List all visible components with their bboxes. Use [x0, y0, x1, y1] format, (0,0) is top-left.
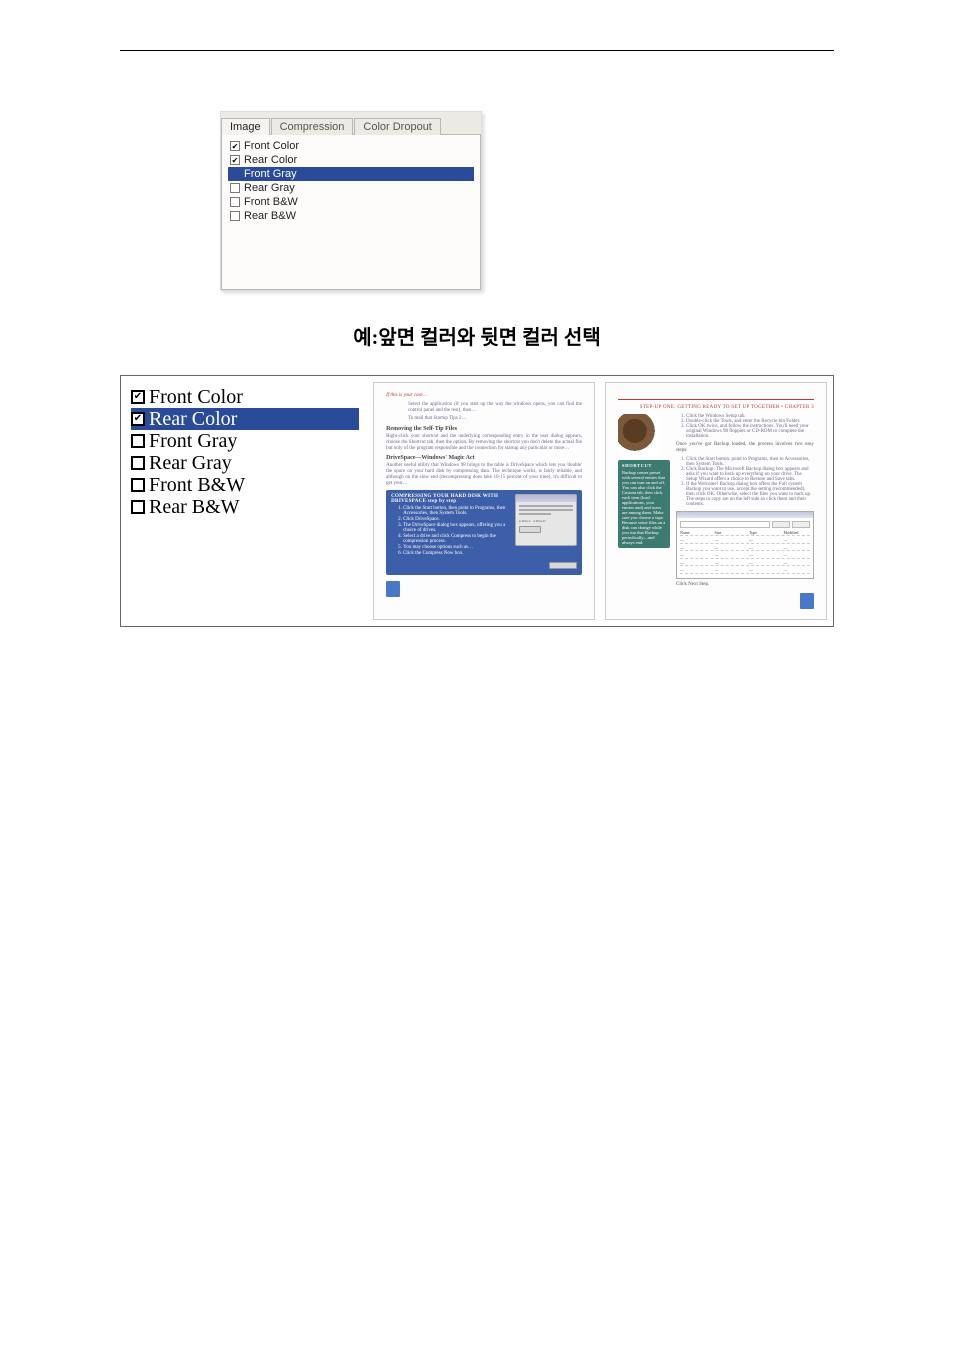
tab-body: Front Color Rear Color Front Gray Rear G…	[221, 134, 481, 290]
checkbox-icon[interactable]	[230, 197, 240, 207]
body-text: Once you've got Backup loaded, the proce…	[676, 442, 814, 454]
option-list-large: Front Color Rear Color Front Gray Rear G…	[127, 382, 363, 620]
opt-label: Rear B&W	[149, 496, 240, 518]
checkbox-icon[interactable]	[230, 169, 240, 179]
opt-label: Rear Color	[244, 153, 297, 167]
body-text: To mail that Startup Tips 2…	[408, 416, 582, 422]
opt-label: Front B&W	[149, 474, 245, 496]
opt-label: Rear Gray	[244, 181, 295, 195]
checkbox-icon[interactable]	[131, 500, 145, 514]
shortcut-title: SHORTCUT	[622, 463, 666, 468]
list-item: If the Welcome! Backup dialog box offers…	[686, 482, 814, 507]
checkbox-icon[interactable]	[131, 390, 145, 404]
opt-rear-gray[interactable]: Rear Gray	[228, 181, 474, 195]
opt-front-bw[interactable]: Front B&W	[228, 195, 474, 209]
tab-box: Image Compression Color Dropout Front Co…	[220, 111, 482, 291]
list-item: Click Backup. The Microsoft Backup dialo…	[686, 467, 814, 482]
tab-color-dropout[interactable]: Color Dropout	[354, 118, 440, 135]
shortcut-box: SHORTCUT Backup comes preset with severa…	[618, 460, 670, 548]
numbered-list: Click the Windows Setup tab. Double-clic…	[686, 414, 814, 439]
opt-front-gray[interactable]: Front Gray	[228, 167, 474, 181]
opt-label: Front B&W	[244, 195, 298, 209]
list-item: Click the Compress Now box.	[403, 551, 577, 556]
checkbox-icon[interactable]	[230, 183, 240, 193]
checkbox-icon[interactable]	[131, 434, 145, 448]
opt-label: Front Gray	[149, 430, 237, 452]
checkbox-icon[interactable]	[230, 155, 240, 165]
opt-rear-color[interactable]: Rear Color	[228, 153, 474, 167]
preview-front-color: If this is your case… Select the applica…	[373, 382, 595, 620]
page-thumb-icon	[386, 581, 400, 597]
opt2-rear-gray[interactable]: Rear Gray	[131, 452, 359, 474]
opt-label: Front Gray	[244, 167, 297, 181]
figure-caption: 예:앞면 컬러와 뒷면 컬러 선택	[120, 321, 834, 350]
numbered-list: Click the Start button, point to Program…	[686, 457, 814, 507]
tab-image[interactable]: Image	[221, 118, 270, 135]
checkbox-icon[interactable]	[131, 456, 145, 470]
shortcut-text: Backup comes preset with several entries…	[622, 470, 666, 545]
checkbox-icon[interactable]	[131, 412, 145, 426]
header-rule	[120, 50, 834, 51]
callout-box: ● Drive C ● Drive D COMPRESSING YOUR HAR…	[386, 490, 582, 575]
section-heading: DriveSpace—Windows' Magic Act	[386, 455, 582, 461]
opt2-front-bw[interactable]: Front B&W	[131, 474, 359, 496]
list-item: Click the Start button, point to Program…	[686, 457, 814, 467]
opt-label: Rear Color	[149, 408, 237, 430]
page-thumb-icon	[800, 593, 814, 609]
tab-compression[interactable]: Compression	[271, 118, 354, 135]
section-heading: Removing the Self-Tip Files	[386, 426, 582, 432]
opt2-front-color[interactable]: Front Color	[131, 386, 359, 408]
opt-label: Front Color	[149, 386, 243, 408]
mini-window-icon: ● Drive C ● Drive D	[515, 494, 577, 546]
opt2-front-gray[interactable]: Front Gray	[131, 430, 359, 452]
opt-label: Front Color	[244, 139, 299, 153]
opt-front-color[interactable]: Front Color	[228, 139, 474, 153]
figure-tab-dialog: Image Compression Color Dropout Front Co…	[220, 111, 834, 291]
tab-row: Image Compression Color Dropout	[221, 112, 481, 134]
illustration-icon	[618, 414, 660, 456]
opt-rear-bw[interactable]: Rear B&W	[228, 209, 474, 223]
opt-label: Rear B&W	[244, 209, 296, 223]
small-heading: If this is your case…	[386, 393, 582, 399]
body-text: Another useful utility that Windows 98 b…	[386, 463, 582, 486]
figure-example-row: Front Color Rear Color Front Gray Rear G…	[120, 375, 834, 627]
chapter-line: STEP-UP ONE: GETTING READY TO SET UP TOG…	[618, 405, 814, 410]
opt2-rear-color[interactable]: Rear Color	[131, 408, 359, 430]
body-text: Right-click your shortcut and the underl…	[386, 434, 582, 451]
preview-rear-color: STEP-UP ONE: GETTING READY TO SET UP TOG…	[605, 382, 827, 620]
document-page: Image Compression Color Dropout Front Co…	[0, 0, 954, 1351]
checkbox-icon[interactable]	[230, 141, 240, 151]
body-text: Click Next Step.	[676, 582, 814, 588]
body-text: Select the application (if you start up …	[408, 402, 582, 414]
opt-label: Rear Gray	[149, 452, 232, 474]
dialog-illustration: NameSizeTypeModified ———— ———— ———— ————…	[676, 511, 814, 579]
checkbox-icon[interactable]	[230, 211, 240, 221]
checkbox-icon[interactable]	[131, 478, 145, 492]
list-item: Click OK twice, and follow the instructi…	[686, 424, 814, 439]
opt2-rear-bw[interactable]: Rear B&W	[131, 496, 359, 518]
